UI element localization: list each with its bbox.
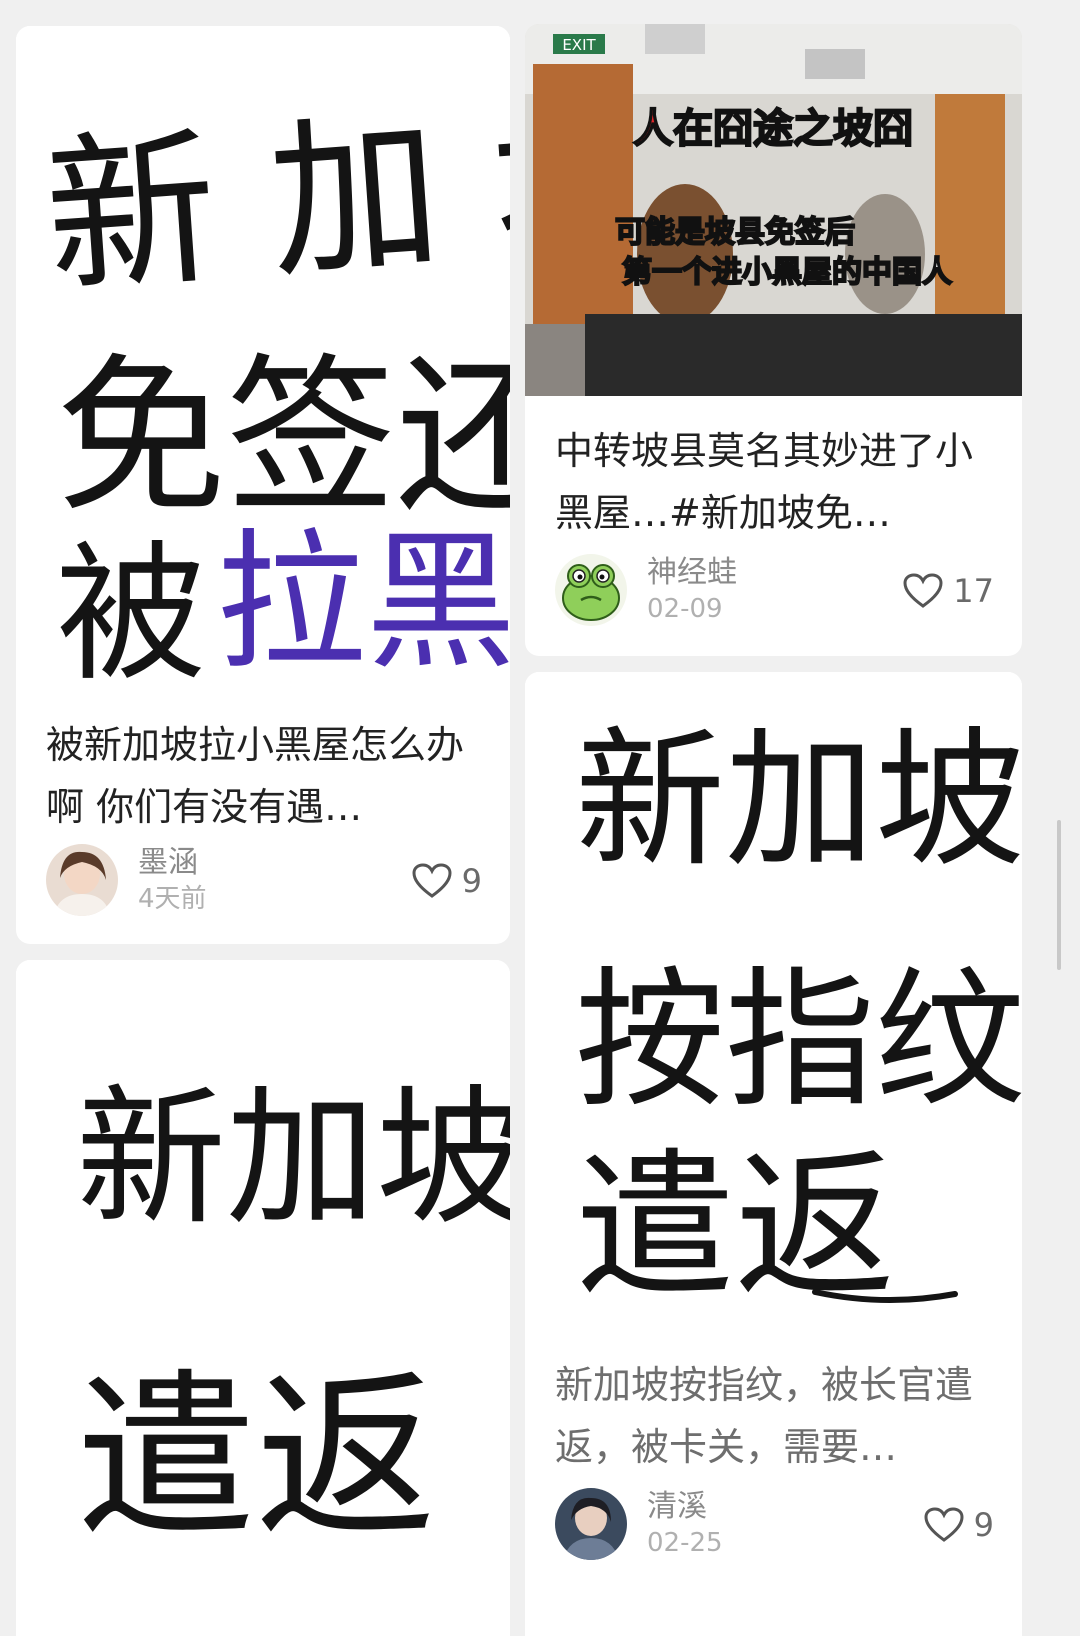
card-title[interactable]: 被新加坡拉小黑屋怎么办啊 你们有没有遇… [46,714,486,838]
card-meta: 神经蛙 02-09 17 [555,554,994,630]
like-button[interactable]: 9 [924,1506,994,1544]
card-meta: 清溪 02-25 9 [555,1488,994,1564]
cover-handwriting-line-4: 拉黑 [216,516,510,690]
cover-handwriting-line-2: 按指纹 [575,954,1022,1128]
author-name[interactable]: 墨涵 [138,844,198,882]
card-title[interactable]: 新加坡按指纹，被长官遣返，被卡关，需要… [555,1354,998,1478]
user-photo-avatar[interactable] [555,1488,627,1560]
cover-caption-line-1: 可能是坡县免签后 [615,215,855,250]
card-title[interactable]: 中转坡县莫名其妙进了小黑屋…#新加坡免… [555,420,998,544]
author-name[interactable]: 清溪 [647,1488,707,1526]
exit-sign-text: EXIT [562,36,596,54]
cover-handwriting-line-2: 遣返 [76,1354,436,1563]
feed-card-2[interactable]: EXIT 人在囧途之坡囧 可能是坡县免签后 第一个进小黑屋的中国人 中转坡县莫名… [525,24,1022,656]
user-photo-avatar[interactable] [46,844,118,916]
cover-handwriting-line-3: 被 [56,528,206,690]
cover-handwriting-line-1: 新加坡 [76,1072,510,1246]
feed-card-4[interactable]: 新加坡 按指纹 遣返 新加坡按指纹，被长官遣返，被卡关，需要… 清溪 02-25… [525,672,1022,1636]
heart-icon [924,1507,964,1542]
author-name[interactable]: 神经蛙 [647,554,737,592]
card-cover-image[interactable]: 新 加 坡 免签还 被 拉黑 [16,26,510,690]
cover-handwriting-line-2: 免签还 [56,339,510,537]
like-count: 9 [973,1506,994,1544]
card-meta: 墨涵 4天前 9 [46,844,482,920]
heart-icon [412,863,452,898]
scrollbar[interactable] [1057,820,1061,970]
feed-card-1[interactable]: 新 加 坡 免签还 被 拉黑 被新加坡拉小黑屋怎么办啊 你们有没有遇… 墨涵 4… [16,26,510,944]
like-count: 9 [461,862,482,900]
frog-avatar[interactable] [555,554,627,626]
cover-handwriting-line-3: 遣返 [575,1133,895,1320]
cover-handwriting-line-1: 新加坡 [575,714,1022,888]
post-date: 4天前 [138,884,207,914]
like-count: 17 [953,572,994,610]
card-cover-image[interactable]: 新加坡 按指纹 遣返 [525,672,1022,1342]
like-button[interactable]: 9 [412,862,482,900]
cover-handwriting-line-1: 新 加 坡 [40,78,510,319]
cover-caption-red: 人在囧途之坡囧 [633,106,913,152]
card-cover-image[interactable]: 新加坡 遣返 [16,960,510,1636]
feed-card-3[interactable]: 新加坡 遣返 [16,960,510,1636]
post-date: 02-25 [647,1528,723,1558]
card-cover-image[interactable]: EXIT 人在囧途之坡囧 可能是坡县免签后 第一个进小黑屋的中国人 [525,24,1022,396]
cover-caption-line-2: 第一个进小黑屋的中国人 [622,255,952,290]
post-date: 02-09 [647,594,723,624]
like-button[interactable]: 17 [903,572,994,610]
heart-icon [903,573,943,608]
